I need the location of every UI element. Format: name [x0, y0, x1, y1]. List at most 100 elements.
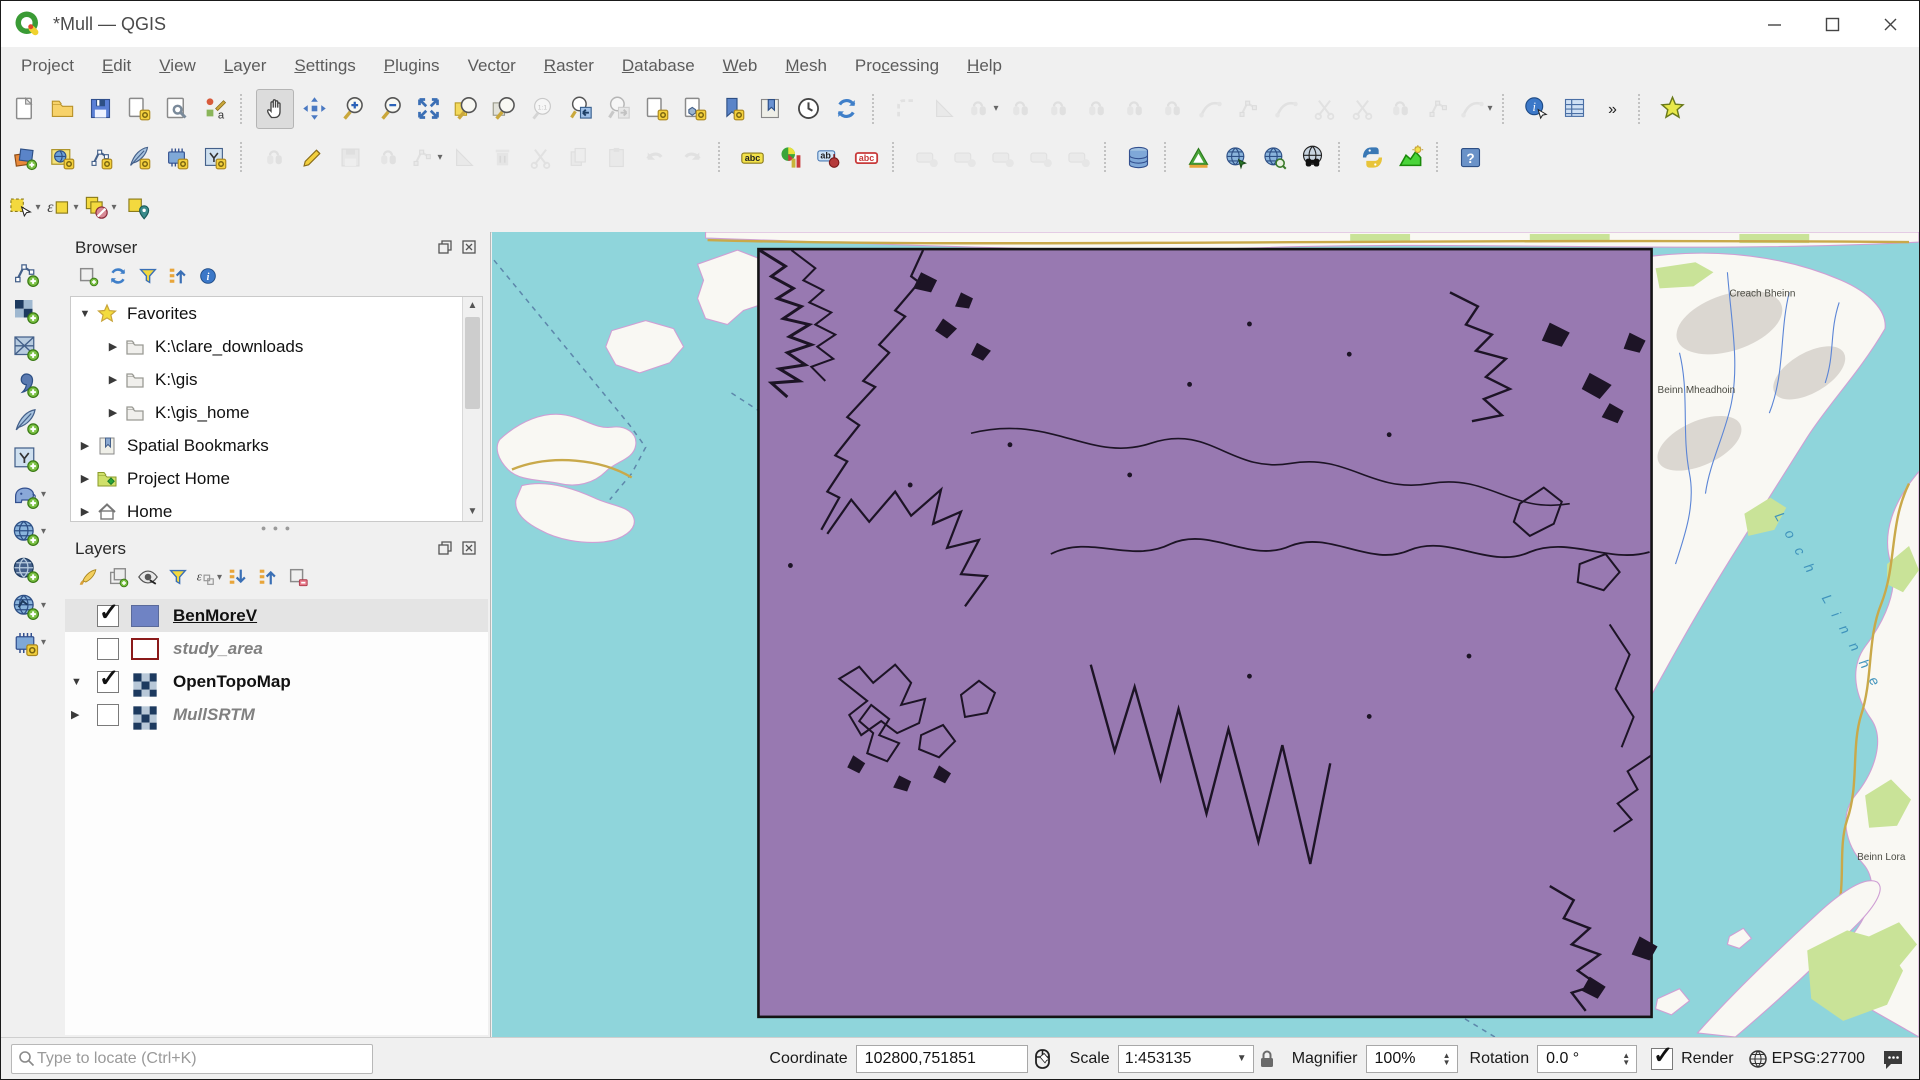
rotation-spinner[interactable]: ▲▼: [1622, 1052, 1630, 1066]
project-new-button[interactable]: [6, 90, 42, 128]
open-layer-styling-button[interactable]: [73, 563, 103, 591]
menu-vector[interactable]: Vector: [454, 47, 530, 85]
menu-database[interactable]: Database: [608, 47, 709, 85]
browser-item-favorites[interactable]: ▼Favorites: [71, 297, 482, 330]
browser-item-k-gis-home[interactable]: ▶K:\gis_home: [71, 396, 482, 429]
identify-features-button[interactable]: i: [1518, 90, 1554, 128]
map-canvas[interactable]: Creach Bheinn Beinn Mheadhoin Loch Linnh…: [492, 232, 1919, 1037]
browser-float-button[interactable]: [438, 240, 456, 256]
layer-row-study_area[interactable]: study_area: [65, 632, 488, 665]
magnifier-input[interactable]: [1373, 1049, 1437, 1069]
add-spatialite-layer-button[interactable]: [1, 402, 63, 439]
db-manager-button[interactable]: [1120, 138, 1156, 176]
menu-raster[interactable]: Raster: [530, 47, 608, 85]
toggle-editing-button[interactable]: [294, 138, 330, 176]
layers-float-button[interactable]: [438, 541, 456, 557]
lock-scale-icon[interactable]: [1258, 1049, 1276, 1069]
new-print-layout-button[interactable]: [120, 90, 156, 128]
layer-row-mullsrtm[interactable]: ▶MullSRTM: [65, 698, 488, 731]
data-source-manager-button[interactable]: [6, 138, 42, 176]
layer-diagram-button[interactable]: [772, 138, 808, 176]
terrain-plugin-button[interactable]: [1392, 138, 1428, 176]
add-delimited-text-layer-button[interactable]: [1, 365, 63, 402]
dropdown-arrow-icon[interactable]: ▾: [41, 600, 46, 611]
locator-input[interactable]: [35, 1049, 366, 1069]
add-raster-layer-button[interactable]: [1, 291, 63, 328]
render-checkbox[interactable]: ✓: [1651, 1048, 1673, 1070]
layer-labeling-button[interactable]: abc: [734, 138, 770, 176]
crs-globe-icon[interactable]: [1748, 1049, 1768, 1069]
python-console-button[interactable]: [1354, 138, 1390, 176]
new-geopackage-layer-button[interactable]: [44, 138, 80, 176]
add-postgis-layer-button[interactable]: ▾: [1, 476, 63, 513]
filter-by-expression-button[interactable]: ε▾: [193, 563, 223, 591]
browser-add-selected-layers-button[interactable]: [73, 262, 103, 290]
new-spatial-bookmark-button[interactable]: [714, 90, 750, 128]
layer-visibility-checkbox[interactable]: [97, 704, 119, 726]
dropdown-arrow-icon[interactable]: ▾: [35, 202, 40, 213]
browser-item-k-gis[interactable]: ▶K:\gis: [71, 363, 482, 396]
highlight-pinned-labels-button[interactable]: abc: [848, 138, 884, 176]
filter-legend-button[interactable]: [163, 563, 193, 591]
chevron-right-icon[interactable]: ▶: [103, 373, 123, 386]
add-mesh-layer-button[interactable]: [1, 328, 63, 365]
layer-visibility-checkbox[interactable]: ✓: [97, 605, 119, 627]
magnifier-spinner[interactable]: ▲▼: [1443, 1052, 1451, 1066]
show-spatial-bookmarks-button[interactable]: [752, 90, 788, 128]
menu-processing[interactable]: Processing: [841, 47, 953, 85]
project-open-button[interactable]: [44, 90, 80, 128]
zoom-last-button[interactable]: [562, 90, 598, 128]
dropdown-arrow-icon[interactable]: ▾: [437, 152, 442, 163]
layout-manager-button[interactable]: [158, 90, 194, 128]
zoom-to-layer-button[interactable]: [486, 90, 522, 128]
zoom-in-button[interactable]: [334, 90, 370, 128]
maximize-button[interactable]: [1803, 1, 1861, 47]
layer-visibility-checkbox[interactable]: ✓: [97, 671, 119, 693]
add-scratch-provider-button[interactable]: ▾: [1, 624, 63, 661]
browser-item-home[interactable]: ▶Home: [71, 495, 482, 522]
browser-item-k-clare-downloads[interactable]: ▶K:\clare_downloads: [71, 330, 482, 363]
layer-visibility-checkbox[interactable]: [97, 638, 119, 660]
menu-view[interactable]: View: [145, 47, 210, 85]
scale-combo[interactable]: 1:453135 ▼: [1118, 1045, 1254, 1073]
coordinate-input[interactable]: [863, 1049, 1021, 1069]
browser-scrollbar[interactable]: ▲ ▼: [462, 297, 482, 521]
select-by-location-button[interactable]: [120, 188, 156, 226]
minimize-button[interactable]: [1745, 1, 1803, 47]
coordinate-field[interactable]: [856, 1045, 1028, 1073]
menu-plugins[interactable]: Plugins: [370, 47, 454, 85]
browser-item-project-home[interactable]: ▶Project Home: [71, 462, 482, 495]
browser-refresh-button[interactable]: [103, 262, 133, 290]
expand-all-button[interactable]: [223, 563, 253, 591]
scroll-up-arrow[interactable]: ▲: [463, 297, 482, 315]
layer-row-opentopomap[interactable]: ▼✓OpenTopoMap: [65, 665, 488, 698]
menu-mesh[interactable]: Mesh: [771, 47, 841, 85]
refresh-map-button[interactable]: [828, 90, 864, 128]
osm-place-search-button[interactable]: [1294, 138, 1330, 176]
browser-item-spatial-bookmarks[interactable]: ▶Spatial Bookmarks: [71, 429, 482, 462]
dropdown-arrow-icon[interactable]: ▾: [73, 202, 78, 213]
epsg-label[interactable]: EPSG:27700: [1772, 1050, 1865, 1068]
manage-map-themes-button[interactable]: [133, 563, 163, 591]
chevron-right-icon[interactable]: ▶: [103, 406, 123, 419]
triangle-plugin-button[interactable]: [1180, 138, 1216, 176]
add-wfs-layer-button[interactable]: ▾: [1, 587, 63, 624]
layer-row-benmorev[interactable]: ✓BenMoreV: [65, 599, 488, 632]
browser-close-button[interactable]: [462, 240, 480, 256]
project-save-button[interactable]: [82, 90, 118, 128]
close-button[interactable]: [1861, 1, 1919, 47]
add-wms-layer-button[interactable]: ▾: [1, 513, 63, 550]
add-wcs-layer-button[interactable]: [1, 550, 63, 587]
menu-web[interactable]: Web: [709, 47, 772, 85]
menu-edit[interactable]: Edit: [88, 47, 145, 85]
select-features-button[interactable]: ▾: [6, 188, 42, 226]
temporal-controller-button[interactable]: [790, 90, 826, 128]
rotation-input[interactable]: [1544, 1049, 1616, 1069]
style-manager-button[interactable]: a: [196, 90, 232, 128]
magnifier-field[interactable]: ▲▼: [1366, 1045, 1458, 1073]
messages-icon[interactable]: [1881, 1047, 1905, 1071]
zoom-full-button[interactable]: [410, 90, 446, 128]
globe-search-plugin-button[interactable]: [1256, 138, 1292, 176]
add-virtual-layer-button[interactable]: [1, 439, 63, 476]
chevron-right-icon[interactable]: ▶: [75, 472, 95, 485]
